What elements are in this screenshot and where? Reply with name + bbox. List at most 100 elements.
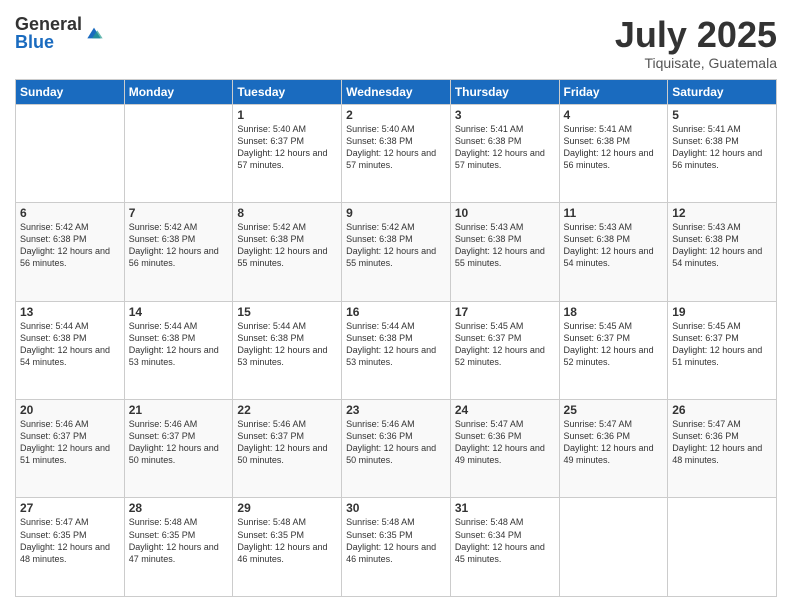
title-block: July 2025 Tiquisate, Guatemala (615, 15, 777, 71)
day-info: Sunrise: 5:48 AMSunset: 6:35 PMDaylight:… (346, 516, 446, 565)
location: Tiquisate, Guatemala (615, 55, 777, 71)
day-info: Sunrise: 5:42 AMSunset: 6:38 PMDaylight:… (129, 221, 229, 270)
day-info: Sunrise: 5:44 AMSunset: 6:38 PMDaylight:… (237, 320, 337, 369)
calendar-cell (124, 104, 233, 202)
header-thursday: Thursday (450, 79, 559, 104)
header-monday: Monday (124, 79, 233, 104)
day-info: Sunrise: 5:46 AMSunset: 6:37 PMDaylight:… (20, 418, 120, 467)
calendar-cell: 21Sunrise: 5:46 AMSunset: 6:37 PMDayligh… (124, 400, 233, 498)
day-info: Sunrise: 5:40 AMSunset: 6:38 PMDaylight:… (346, 123, 446, 172)
day-info: Sunrise: 5:41 AMSunset: 6:38 PMDaylight:… (564, 123, 664, 172)
header-saturday: Saturday (668, 79, 777, 104)
day-number: 18 (564, 305, 664, 319)
day-number: 6 (20, 206, 120, 220)
calendar-cell: 29Sunrise: 5:48 AMSunset: 6:35 PMDayligh… (233, 498, 342, 597)
header-tuesday: Tuesday (233, 79, 342, 104)
calendar-cell: 2Sunrise: 5:40 AMSunset: 6:38 PMDaylight… (342, 104, 451, 202)
day-info: Sunrise: 5:40 AMSunset: 6:37 PMDaylight:… (237, 123, 337, 172)
day-number: 4 (564, 108, 664, 122)
day-number: 24 (455, 403, 555, 417)
day-info: Sunrise: 5:46 AMSunset: 6:37 PMDaylight:… (129, 418, 229, 467)
day-info: Sunrise: 5:48 AMSunset: 6:34 PMDaylight:… (455, 516, 555, 565)
day-info: Sunrise: 5:42 AMSunset: 6:38 PMDaylight:… (237, 221, 337, 270)
week-row-3: 13 Sunrise: 5:44 AMSunset: 6:38 PMDayligh… (16, 301, 777, 399)
weekday-header-row: Sunday Monday Tuesday Wednesday Thursday… (16, 79, 777, 104)
calendar-cell (16, 104, 125, 202)
day-info: Sunrise: 5:47 AMSunset: 6:36 PMDaylight:… (672, 418, 772, 467)
day-info: Sunrise: 5:44 AMSunset: 6:38 PMDaylight:… (346, 320, 446, 369)
day-info: Sunrise: 5:47 AMSunset: 6:36 PMDaylight:… (455, 418, 555, 467)
week-row-4: 20Sunrise: 5:46 AMSunset: 6:37 PMDayligh… (16, 400, 777, 498)
page: General Blue July 2025 Tiquisate, Guatem… (0, 0, 792, 612)
day-info: Sunrise: 5:41 AMSunset: 6:38 PMDaylight:… (455, 123, 555, 172)
day-info: Sunrise: 5:43 AMSunset: 6:38 PMDaylight:… (455, 221, 555, 270)
calendar-cell: 3Sunrise: 5:41 AMSunset: 6:38 PMDaylight… (450, 104, 559, 202)
calendar-cell: 12Sunrise: 5:43 AMSunset: 6:38 PMDayligh… (668, 203, 777, 301)
calendar-cell: 22Sunrise: 5:46 AMSunset: 6:37 PMDayligh… (233, 400, 342, 498)
header-friday: Friday (559, 79, 668, 104)
calendar-cell: 23Sunrise: 5:46 AMSunset: 6:36 PMDayligh… (342, 400, 451, 498)
calendar-cell: 17Sunrise: 5:45 AMSunset: 6:37 PMDayligh… (450, 301, 559, 399)
day-number: 10 (455, 206, 555, 220)
day-info: Sunrise: 5:48 AMSunset: 6:35 PMDaylight:… (129, 516, 229, 565)
day-number: 12 (672, 206, 772, 220)
day-number: 14 (129, 305, 229, 319)
day-number: 8 (237, 206, 337, 220)
day-number: 30 (346, 501, 446, 515)
day-number: 13 (20, 305, 120, 319)
day-info: Sunrise: 5:45 AMSunset: 6:37 PMDaylight:… (455, 320, 555, 369)
day-number: 5 (672, 108, 772, 122)
day-number: 15 (237, 305, 337, 319)
logo-icon (84, 23, 104, 43)
header: General Blue July 2025 Tiquisate, Guatem… (15, 15, 777, 71)
week-row-1: 1Sunrise: 5:40 AMSunset: 6:37 PMDaylight… (16, 104, 777, 202)
logo-general: General (15, 15, 82, 33)
day-number: 25 (564, 403, 664, 417)
calendar-cell: 1Sunrise: 5:40 AMSunset: 6:37 PMDaylight… (233, 104, 342, 202)
day-info: Sunrise: 5:41 AMSunset: 6:38 PMDaylight:… (672, 123, 772, 172)
month-title: July 2025 (615, 15, 777, 55)
day-info: Sunrise: 5:45 AMSunset: 6:37 PMDaylight:… (672, 320, 772, 369)
calendar-cell: 8Sunrise: 5:42 AMSunset: 6:38 PMDaylight… (233, 203, 342, 301)
logo-blue: Blue (15, 33, 82, 51)
day-number: 19 (672, 305, 772, 319)
calendar-cell (559, 498, 668, 597)
week-row-5: 27Sunrise: 5:47 AMSunset: 6:35 PMDayligh… (16, 498, 777, 597)
day-number: 2 (346, 108, 446, 122)
calendar-cell: 5Sunrise: 5:41 AMSunset: 6:38 PMDaylight… (668, 104, 777, 202)
day-number: 11 (564, 206, 664, 220)
day-number: 3 (455, 108, 555, 122)
day-info: Sunrise: 5:42 AMSunset: 6:38 PMDaylight:… (20, 221, 120, 270)
day-info: Sunrise: 5:46 AMSunset: 6:37 PMDaylight:… (237, 418, 337, 467)
day-number: 23 (346, 403, 446, 417)
calendar-cell: 15Sunrise: 5:44 AMSunset: 6:38 PMDayligh… (233, 301, 342, 399)
calendar-cell: 9Sunrise: 5:42 AMSunset: 6:38 PMDaylight… (342, 203, 451, 301)
calendar-cell: 28Sunrise: 5:48 AMSunset: 6:35 PMDayligh… (124, 498, 233, 597)
calendar-cell: 24Sunrise: 5:47 AMSunset: 6:36 PMDayligh… (450, 400, 559, 498)
day-number: 28 (129, 501, 229, 515)
calendar-cell: 30Sunrise: 5:48 AMSunset: 6:35 PMDayligh… (342, 498, 451, 597)
day-info: Sunrise: 5:47 AMSunset: 6:35 PMDaylight:… (20, 516, 120, 565)
calendar-cell: 10Sunrise: 5:43 AMSunset: 6:38 PMDayligh… (450, 203, 559, 301)
calendar-cell: 31Sunrise: 5:48 AMSunset: 6:34 PMDayligh… (450, 498, 559, 597)
calendar-cell: 4Sunrise: 5:41 AMSunset: 6:38 PMDaylight… (559, 104, 668, 202)
day-number: 26 (672, 403, 772, 417)
header-wednesday: Wednesday (342, 79, 451, 104)
calendar-table: Sunday Monday Tuesday Wednesday Thursday… (15, 79, 777, 597)
day-number: 29 (237, 501, 337, 515)
calendar-cell: 20Sunrise: 5:46 AMSunset: 6:37 PMDayligh… (16, 400, 125, 498)
calendar-cell: 7Sunrise: 5:42 AMSunset: 6:38 PMDaylight… (124, 203, 233, 301)
day-info: Sunrise: 5:48 AMSunset: 6:35 PMDaylight:… (237, 516, 337, 565)
header-sunday: Sunday (16, 79, 125, 104)
calendar-cell: 27Sunrise: 5:47 AMSunset: 6:35 PMDayligh… (16, 498, 125, 597)
day-number: 21 (129, 403, 229, 417)
calendar-cell: 6Sunrise: 5:42 AMSunset: 6:38 PMDaylight… (16, 203, 125, 301)
day-info: Sunrise: 5:43 AMSunset: 6:38 PMDaylight:… (672, 221, 772, 270)
calendar-cell (668, 498, 777, 597)
calendar-cell: 25Sunrise: 5:47 AMSunset: 6:36 PMDayligh… (559, 400, 668, 498)
calendar-cell: 13Sunrise: 5:44 AMSunset: 6:38 PMDayligh… (16, 301, 125, 399)
day-info: Sunrise: 5:47 AMSunset: 6:36 PMDaylight:… (564, 418, 664, 467)
day-number: 20 (20, 403, 120, 417)
day-info: Sunrise: 5:45 AMSunset: 6:37 PMDaylight:… (564, 320, 664, 369)
logo: General Blue (15, 15, 104, 51)
